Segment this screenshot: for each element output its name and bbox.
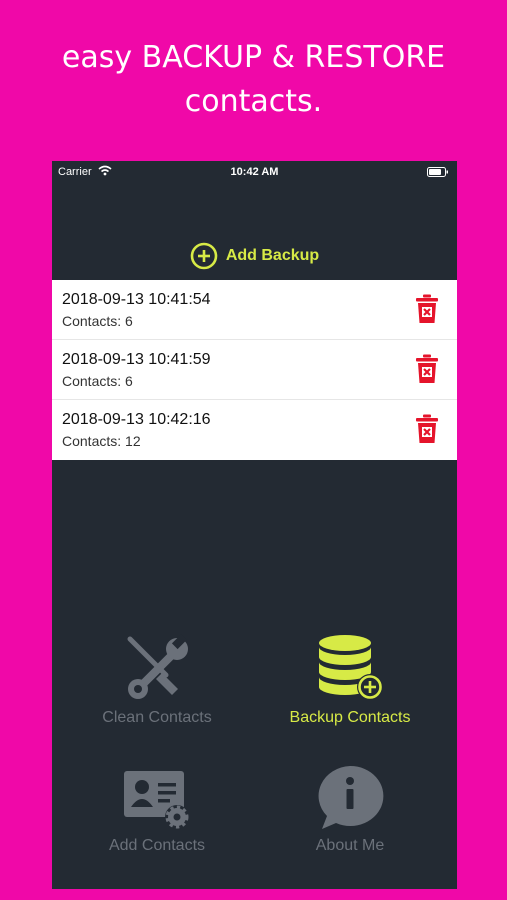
backup-contacts-label: Backup Contacts [289,709,411,726]
promo-line-2: contacts. [184,84,323,119]
backup-date: 2018-09-13 10:42:16 [62,411,211,428]
plus-circle-icon [190,242,218,270]
backup-row[interactable]: 2018-09-13 10:41:59 Contacts: 6 [52,340,457,400]
clean-contacts-button[interactable]: Clean Contacts [57,633,257,727]
clean-contacts-label: Clean Contacts [102,709,212,726]
backup-contacts-count: Contacts: 12 [62,433,141,449]
database-add-icon [319,635,383,700]
add-contacts-button[interactable]: Add Contacts [57,767,257,855]
status-time: 10:42 AM [230,166,279,178]
tools-icon [127,634,188,699]
phone-screen: Carrier 10:42 AM Add Backup 2018-09-13 1… [52,161,457,889]
promo-line-1: easy BACKUP & RESTORE [61,40,446,75]
backup-list: 2018-09-13 10:41:54 Contacts: 6 2018-09-… [52,280,457,460]
add-contacts-label: Add Contacts [108,837,206,854]
backup-contacts-count: Contacts: 6 [62,313,133,329]
about-me-label: About Me [315,837,385,854]
backup-date: 2018-09-13 10:41:54 [62,291,211,308]
info-bubble-icon [318,765,384,829]
delete-trash-icon[interactable] [415,294,439,324]
delete-trash-icon[interactable] [415,414,439,444]
delete-trash-icon[interactable] [415,354,439,384]
add-backup-label: Add Backup [225,247,320,264]
backup-contacts-button[interactable]: Backup Contacts [250,633,450,727]
backup-contacts-count: Contacts: 6 [62,373,133,389]
backup-row[interactable]: 2018-09-13 10:41:54 Contacts: 6 [52,280,457,340]
add-backup-button[interactable]: Add Backup [52,241,457,271]
backup-date: 2018-09-13 10:41:59 [62,351,211,368]
about-me-button[interactable]: About Me [250,764,450,855]
battery-icon [427,167,448,177]
promo-headline: easy BACKUP & RESTORE contacts. [0,36,507,124]
contact-card-gear-icon [124,771,189,829]
backup-row[interactable]: 2018-09-13 10:42:16 Contacts: 12 [52,400,457,460]
status-bar: Carrier 10:42 AM [52,161,457,183]
